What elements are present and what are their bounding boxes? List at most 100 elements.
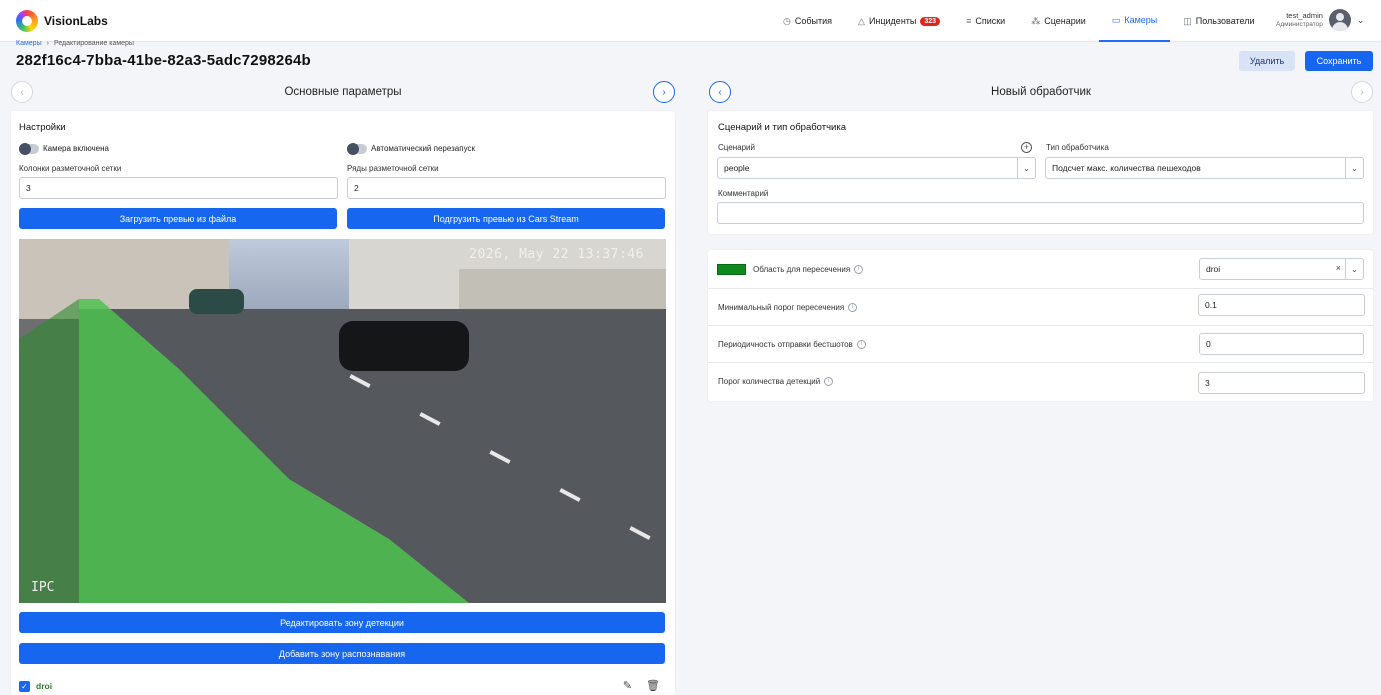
info-icon[interactable]: i xyxy=(848,303,858,313)
nav-item-users[interactable]: ◫ Пользователи xyxy=(1170,0,1267,42)
user-info: test_admin Администратор xyxy=(1276,11,1323,29)
zone-fence-area xyxy=(19,299,79,603)
min-threshold-input[interactable]: 0.1 xyxy=(1198,294,1365,316)
chevron-left-icon: ‹ xyxy=(718,86,722,98)
users-icon: ◫ xyxy=(1183,15,1192,26)
divider xyxy=(708,288,1373,289)
upload-preview-button[interactable]: Загрузить превью из файла xyxy=(19,208,337,229)
zone-list-item: ✓ droi ✎ 🗑 xyxy=(19,678,666,694)
grid-columns-input[interactable]: 3 xyxy=(19,177,338,199)
chevron-down-icon[interactable]: ⌄ xyxy=(1345,259,1363,279)
user-menu[interactable]: test_admin Администратор ⌄ xyxy=(1276,9,1364,31)
settings-title: Настройки xyxy=(19,122,66,133)
chevron-down-icon[interactable]: ⌄ xyxy=(1345,158,1363,178)
nav-item-label: События xyxy=(794,16,833,26)
nav-item-lists[interactable]: ≡ Списки xyxy=(953,0,1018,42)
info-icon[interactable]: i xyxy=(824,377,834,387)
scenario-icon: ⁂ xyxy=(1031,15,1041,26)
detection-zone-overlay[interactable] xyxy=(19,239,666,603)
left-section-title: Основные параметры xyxy=(284,86,402,98)
zone-polygon[interactable] xyxy=(79,299,469,603)
scenario-label: Сценарий xyxy=(718,143,755,152)
bestshot-period-label-text: Периодичность отправки бестшотов xyxy=(718,340,853,349)
intersection-area-label-text: Область для пересечения xyxy=(753,265,851,274)
scenario-card-title: Сценарий и тип обработчика xyxy=(718,122,846,133)
trash-icon[interactable]: 🗑 xyxy=(646,679,660,692)
clock-icon: ◷ xyxy=(783,15,791,26)
nav-item-label: Инциденты xyxy=(868,16,917,26)
preview-timestamp: 2026, May 22 13:37:46 xyxy=(469,247,644,262)
breadcrumb-cameras-link[interactable]: Камеры xyxy=(16,40,42,47)
pencil-icon[interactable]: ✎ xyxy=(623,679,632,692)
breadcrumb-current: Редактирование камеры xyxy=(53,40,134,47)
handler-type-label: Тип обработчика xyxy=(1046,143,1109,152)
save-button[interactable]: Сохранить xyxy=(1305,51,1373,71)
check-icon: ✓ xyxy=(21,681,28,691)
app-name: VisionLabs xyxy=(44,14,108,28)
nav-item-scenarios[interactable]: ⁂ Сценарии xyxy=(1018,0,1099,42)
visionlabs-logo-icon xyxy=(16,10,38,32)
next-handler-button[interactable]: › xyxy=(1351,81,1373,103)
right-section-title: Новый обработчик xyxy=(991,86,1091,98)
info-icon[interactable]: i xyxy=(854,265,864,275)
chevron-left-icon: ‹ xyxy=(20,86,24,98)
divider xyxy=(708,362,1373,363)
zone-actions: ✎ 🗑 xyxy=(623,679,660,692)
detection-threshold-input[interactable]: 3 xyxy=(1198,372,1365,394)
add-scenario-icon[interactable]: + xyxy=(1021,142,1032,153)
chevron-right-icon: › xyxy=(46,40,49,47)
camera-icon: ▭ xyxy=(1111,14,1121,25)
chevron-down-icon[interactable]: ⌄ xyxy=(1017,158,1035,178)
min-threshold-label-text: Минимальный порог пересечения xyxy=(718,303,845,312)
add-recognition-zone-button[interactable]: Добавить зону распознавания xyxy=(19,643,665,664)
next-section-button[interactable]: › xyxy=(653,81,675,103)
nav-item-label: Сценарии xyxy=(1044,16,1086,26)
logo[interactable]: VisionLabs xyxy=(16,10,108,32)
nav-item-events[interactable]: ◷ События xyxy=(770,0,845,42)
nav-item-incidents[interactable]: △ Инциденты 323 xyxy=(845,0,953,42)
scenario-select[interactable]: people ⌄ xyxy=(717,157,1036,179)
nav-item-label: Списки xyxy=(975,16,1006,26)
zone-checkbox[interactable]: ✓ xyxy=(19,680,30,692)
breadcrumb: Камеры › Редактирование камеры xyxy=(16,40,134,47)
prev-handler-button[interactable]: ‹ xyxy=(709,81,731,103)
auto-restart-label: Автоматический перезапуск xyxy=(371,144,475,153)
handler-type-select[interactable]: Подсчет макс. количества пешеходов ⌄ xyxy=(1045,157,1364,179)
user-name: test_admin xyxy=(1286,11,1323,20)
nav-item-cameras[interactable]: ▭ Камеры xyxy=(1098,0,1171,42)
grid-rows-label: Ряды разметочной сетки xyxy=(347,164,439,173)
camera-preview[interactable]: 2026, May 22 13:37:46 IPC xyxy=(19,239,666,603)
incidents-count-badge: 323 xyxy=(920,16,941,26)
intersection-area-select-value: droi xyxy=(1206,264,1221,274)
detection-threshold-label-text: Порог количества детекций xyxy=(718,377,821,386)
intersection-color-swatch[interactable] xyxy=(717,264,746,275)
chevron-right-icon: › xyxy=(662,86,666,98)
clear-icon[interactable]: × xyxy=(1336,263,1341,273)
intersection-area-select[interactable]: droi × ⌄ xyxy=(1199,258,1364,280)
handler-type-select-value: Подсчет макс. количества пешеходов xyxy=(1052,163,1201,173)
bestshot-period-label: Периодичность отправки бестшотов i xyxy=(718,340,866,350)
comment-input[interactable] xyxy=(717,202,1364,224)
grid-rows-input[interactable]: 2 xyxy=(347,177,666,199)
chevron-down-icon[interactable]: ⌄ xyxy=(1357,15,1365,26)
divider xyxy=(708,325,1373,326)
avatar[interactable] xyxy=(1328,9,1351,31)
comment-label: Комментарий xyxy=(718,189,769,198)
edit-detection-zone-button[interactable]: Редактировать зону детекции xyxy=(19,612,665,633)
camera-enabled-label: Камера включена xyxy=(43,144,109,153)
preview-watermark: IPC xyxy=(31,580,55,595)
camera-enabled-toggle[interactable] xyxy=(19,143,39,155)
list-icon: ≡ xyxy=(966,16,972,26)
delete-button[interactable]: Удалить xyxy=(1239,51,1295,71)
bestshot-period-input[interactable]: 0 xyxy=(1199,333,1364,355)
min-threshold-label: Минимальный порог пересечения i xyxy=(718,303,858,313)
cars-stream-preview-button[interactable]: Подгрузить превью из Cars Stream xyxy=(347,208,665,229)
detection-threshold-label: Порог количества детекций i xyxy=(718,377,834,387)
nav-item-label: Пользователи xyxy=(1195,16,1255,26)
user-role: Администратор xyxy=(1276,21,1323,28)
auto-restart-toggle[interactable] xyxy=(347,143,367,155)
intersection-area-label: Область для пересечения i xyxy=(753,265,864,275)
info-icon[interactable]: i xyxy=(856,340,866,350)
prev-section-button[interactable]: ‹ xyxy=(11,81,33,103)
top-navigation-bar: VisionLabs ◷ События △ Инциденты 323 ≡ С… xyxy=(0,0,1381,42)
